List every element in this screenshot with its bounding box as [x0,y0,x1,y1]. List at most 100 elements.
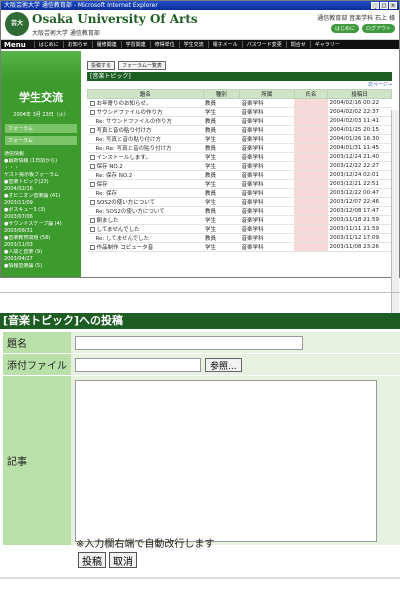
topic-title-link[interactable]: 保存 [87,179,204,189]
topic-title-link-text[interactable]: してませんでした [97,227,140,233]
topic-title-link[interactable]: SOS2の使い方について [87,197,204,207]
topic-date-cell-text: 2004/02/16 00:22 [329,100,379,106]
topic-title-link[interactable]: 保存 NO.2 [87,161,204,171]
user-department: 通信教育部 音楽学科 石上 様 [317,15,395,22]
intro-button[interactable]: はじめに [330,24,359,33]
topic-title-link-text[interactable]: Re: サウンドファイルの作り方 [96,119,173,125]
topic-type-cell-text: 学生 [205,227,217,233]
topic-title-link-text[interactable]: Re: SOS2の使い方について [96,209,165,215]
topic-title-link[interactable]: Re: してませんでした [87,233,204,243]
topic-title-link[interactable]: 写真と音の貼り付け方 [87,125,204,135]
topic-title-link[interactable]: Re: サウンドファイルの作り方 [87,116,204,126]
table-row: Re: 保存 NO.2 教員 音楽学科 2003/12/24 02:01 [87,170,392,180]
menu-item[interactable]: お知らせ [62,41,92,48]
topic-date-cell-text: 2003/12/07 22:46 [329,199,379,205]
cancel-button[interactable]: 取消 [109,552,137,568]
menu-item[interactable]: はじめに [33,41,63,48]
topic-dept-cell: 音楽学科 [239,179,295,189]
topic-title-link-text[interactable]: インストールします。 [97,155,151,161]
menu-item[interactable]: 修得単位 [149,41,179,48]
table-row: Re: Re: 写真と音の貼り付け方 教員 音楽学科 2004/01/31 11:45 [87,143,392,153]
submit-button[interactable]: 投稿 [78,552,106,568]
menu-item[interactable]: ギャラリー [309,41,344,48]
forum-line[interactable]: ●人間と音楽 (9) [4,249,78,256]
topic-title-link-text[interactable]: Re: 保存 NO.2 [96,173,133,179]
topic-title-link-text[interactable]: Re: Re: 写真と音の貼り付け方 [96,146,172,152]
topic-title-link[interactable]: 閉ました [87,215,204,225]
topic-title-link[interactable]: Re: SOS2の使い方について [87,206,204,216]
browse-button[interactable]: 参照... [205,357,242,372]
topic-title-link-text[interactable]: Re: 保存 [96,191,118,197]
topic-title-link[interactable]: Re: 保存 NO.2 [87,170,204,180]
topic-title-link[interactable]: Re: 写真と音の貼り付け方 [87,134,204,144]
topic-title-link[interactable]: Re: 保存 [87,188,204,198]
topic-title-link[interactable]: Re: Re: 写真と音の貼り付け方 [87,143,204,153]
main-menu: Menu はじめに お知らせ 履修関連 学習関連 修得単位 学生交流 電子メール… [1,40,399,49]
minimize-icon[interactable]: _ [371,2,379,9]
body-textarea[interactable] [75,379,377,542]
maximize-icon[interactable]: □ [380,2,388,9]
menu-item[interactable]: 電子メール [207,41,242,48]
forum-list-button[interactable]: フォーラム一覧表 [118,61,166,70]
menu-item[interactable]: 学習関連 [120,41,150,48]
browser-window: 大阪芸術大学 通信教育部 - Microsoft Internet Explor… [0,0,400,327]
forum-line[interactable]: ●オピニオン音楽論 (41) [4,193,78,200]
content-scrollbar[interactable] [391,110,399,327]
forum-line[interactable]: ●音楽トピック(23) [4,179,78,186]
menu-item[interactable]: 履修関連 [91,41,121,48]
menu-item[interactable]: 学生交流 [178,41,208,48]
close-icon[interactable]: × [389,2,397,9]
university-name-en: Osaka University Of Arts [32,12,198,26]
forum-line[interactable]: ●情報音楽論 (5) [4,263,78,270]
column-header: 種別 [202,89,240,99]
topic-title-link[interactable]: インストールします。 [87,152,204,162]
topics-table: 題名 種別 所属 氏名 投稿日 お年寄りのお知らせ。 教員 音楽学科 2004/02/… [87,89,392,252]
university-name-jp: 大阪芸術大学 通信教育部 [32,30,100,37]
forum-list: 通信情報 ●最新情報 (1日前から) ・・・ ゲスト掲示板フォーラム ●音楽トピ… [4,151,78,270]
table-row: SOS2の使い方について 学生 音楽学科 2003/12/07 22:46 [87,197,392,207]
topic-dept-cell: 音楽学科 [239,197,295,207]
topic-dept-cell: 音楽学科 [239,215,295,225]
table-row: お年寄りのお知らせ。 教員 音楽学科 2004/02/16 00:22 [87,98,392,108]
post-button[interactable]: 投稿する [87,61,116,70]
topic-date-cell: 2003/11/08 23:26 [327,242,392,252]
sidebar-link[interactable]: フォーラム [5,124,77,133]
topic-title-link-text[interactable]: SOS2の使い方について [97,200,156,206]
topic-name-cell [294,152,328,162]
university-logo: 芸大 [5,12,29,36]
topic-dept-cell-text: 音楽学科 [241,146,264,152]
topic-name-cell [294,134,328,144]
table-header-row: 題名 種別 所属 氏名 投稿日 [87,89,392,99]
topic-type-cell: 教員 [203,233,240,243]
menu-item[interactable]: 問合せ [285,41,310,48]
topic-title-link-text[interactable]: 写真と音の貼り付け方 [97,128,152,134]
forum-line[interactable]: ゲスト掲示板フォーラム [4,172,78,179]
topic-title-link-text[interactable]: お年寄りのお知らせ。 [97,101,152,107]
topic-name-cell [294,98,328,108]
topic-dept-cell: 音楽学科 [239,206,295,216]
topic-title-link[interactable]: サウンドファイルの作り方 [87,107,204,117]
forum-line[interactable]: ●最新情報 (1日前から) [4,158,78,165]
topic-title-link[interactable]: 作品制作 コピュータ音 [87,242,204,252]
forum-line[interactable]: ●音楽教育問題 (58) [4,235,78,242]
topic-title-link-text[interactable]: 作品制作 コピュータ音 [97,245,154,251]
topic-title-link-text[interactable]: 保存 NO.2 [97,164,123,170]
topic-title-link[interactable]: お年寄りのお知らせ。 [87,98,204,108]
topic-date-cell-text: 2003/11/12 17:09 [329,235,379,241]
subject-input[interactable] [75,335,303,350]
topic-type-cell-text: 学生 [205,137,217,143]
attachment-input[interactable] [75,357,201,372]
menu-item[interactable]: パスワード変更 [241,41,286,48]
topic-title-link-text[interactable]: 保存 [97,182,108,188]
forum-line[interactable]: ●ポスキュー3 (3) [4,207,78,214]
topic-title-link[interactable]: してませんでした [87,224,204,234]
topic-dept-cell: 音楽学科 [239,152,295,162]
topic-title-link-text[interactable]: 閉ました [97,218,119,224]
sidebar-link[interactable]: フォーラム [5,136,77,145]
topic-title-link-text[interactable]: Re: してませんでした [96,236,150,242]
topic-title-link-text[interactable]: Re: 写真と音の貼り付け方 [96,137,162,143]
logout-button[interactable]: ログアウト [361,24,395,33]
topic-title-link-text[interactable]: サウンドファイルの作り方 [97,110,163,116]
forum-line[interactable]: ●サウンドスケープ論 (4) [4,221,78,228]
next-page-link[interactable]: 次ページ→ [87,81,392,89]
